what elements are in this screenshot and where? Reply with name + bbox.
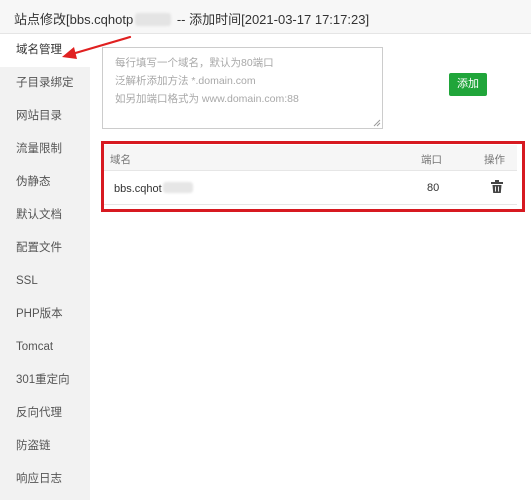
sidebar-item-reverse-proxy[interactable]: 反向代理 — [0, 397, 90, 430]
sidebar-item-301-redirect[interactable]: 301重定向 — [0, 364, 90, 397]
sidebar-item-rewrite[interactable]: 伪静态 — [0, 166, 90, 199]
sidebar-item-default-document[interactable]: 默认文档 — [0, 199, 90, 232]
domain-input-placeholder-line-1: 每行填写一个域名，默认为80端口 — [115, 57, 274, 69]
sidebar-item-response-log[interactable]: 响应日志 — [0, 463, 90, 496]
dialog-title: 站点修改[bbs.cqhotp -- 添加时间[2021-03-17 17:17… — [14, 9, 369, 28]
sidebar-item-traffic-limit[interactable]: 流量限制 — [0, 133, 90, 166]
title-redaction — [135, 13, 172, 26]
add-domain-button[interactable]: 添加 — [449, 73, 487, 96]
domain-input[interactable]: 每行填写一个域名，默认为80端口 泛解析添加方法 *.domain.com 如另… — [102, 47, 383, 129]
sidebar: 域名管理 子目录绑定 网站目录 流量限制 伪静态 默认文档 配置文件 SSL P… — [0, 34, 90, 500]
annotation-highlight-box — [101, 141, 525, 212]
title-prefix: 站点修改[bbs.cqhotp — [14, 12, 134, 27]
sidebar-item-config-file[interactable]: 配置文件 — [0, 232, 90, 265]
site-modify-dialog: 站点修改[bbs.cqhotp -- 添加时间[2021-03-17 17:17… — [0, 0, 531, 500]
sidebar-item-hotlink-protection[interactable]: 防盗链 — [0, 430, 90, 463]
sidebar-item-site-directory[interactable]: 网站目录 — [0, 100, 90, 133]
domain-input-placeholder-line-2: 泛解析添加方法 *.domain.com — [115, 75, 256, 87]
dialog-title-bar[interactable]: 站点修改[bbs.cqhotp -- 添加时间[2021-03-17 17:17… — [0, 0, 531, 34]
sidebar-item-php-version[interactable]: PHP版本 — [0, 298, 90, 331]
domain-input-placeholder-line-3: 如另加端口格式为 www.domain.com:88 — [115, 93, 299, 105]
sidebar-item-ssl[interactable]: SSL — [0, 265, 90, 298]
sidebar-item-subdirectory-binding[interactable]: 子目录绑定 — [0, 67, 90, 100]
sidebar-item-tomcat[interactable]: Tomcat — [0, 331, 90, 364]
resize-grip-icon[interactable] — [373, 119, 381, 127]
title-suffix: -- 添加时间[2021-03-17 17:17:23] — [176, 12, 370, 27]
